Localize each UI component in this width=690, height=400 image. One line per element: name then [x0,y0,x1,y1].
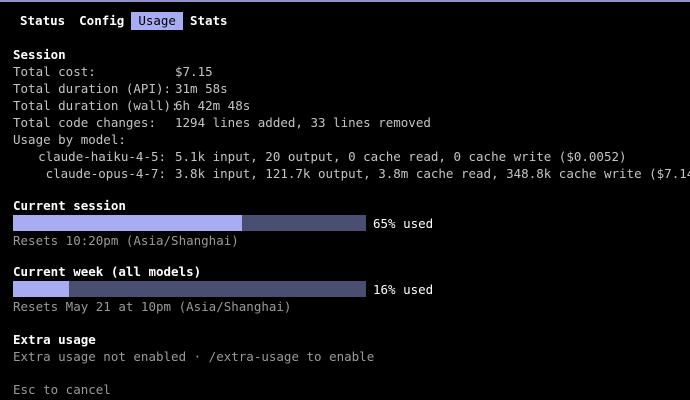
current-week-used-label: 16% used [373,281,434,297]
wall-duration-label: Total duration (wall): [13,98,179,113]
code-changes-row: Total code changes: 1294 lines added, 33… [13,114,690,131]
tab-bar: Status Config Usage Stats [13,12,235,30]
extra-usage-heading: Extra usage [13,332,96,347]
current-session-progress-bar [13,215,366,231]
current-week-resets: Resets May 21 at 10pm (Asia/Shanghai) [13,299,292,314]
session-section: Session Total cost: $7.15 Total duration… [13,46,690,182]
extra-usage-message: Extra usage not enabled · /extra-usage t… [13,349,375,364]
api-duration-value: 31m 58s [175,81,228,96]
current-week-progress-fill [13,281,70,297]
extra-usage-section: Extra usage Extra usage not enabled · /e… [13,331,374,365]
current-week-progress-bar [13,281,366,297]
current-session-section: Current session 65% used Resets 10:20pm … [13,197,433,249]
usage-by-model-label: Usage by model: [13,132,126,147]
current-session-used-label: 65% used [373,215,434,231]
model-row-haiku: claude-haiku-4-5: 5.1k input, 20 output,… [13,148,690,165]
code-changes-value: 1294 lines added, 33 lines removed [175,115,431,130]
total-cost-row: Total cost: $7.15 [13,63,690,80]
current-week-bar-row: 16% used [13,280,433,298]
current-session-progress-fill [13,215,243,231]
wall-duration-value: 6h 42m 48s [175,98,251,113]
esc-to-cancel-hint: Esc to cancel [13,382,111,397]
total-cost-label: Total cost: [13,64,96,79]
footer-hint: Esc to cancel [13,381,111,398]
current-session-bar-row: 65% used [13,214,433,232]
top-border [0,0,690,2]
api-duration-row: Total duration (API): 31m 58s [13,80,690,97]
wall-duration-row: Total duration (wall): 6h 42m 48s [13,97,690,114]
tab-status[interactable]: Status [13,12,72,30]
total-cost-value: $7.15 [175,64,213,79]
api-duration-label: Total duration (API): [13,81,172,96]
current-session-heading: Current session [13,198,126,213]
model-row-opus: claude-opus-4-7: 3.8k input, 121.7k outp… [13,165,690,182]
tab-stats[interactable]: Stats [183,12,235,30]
model-name-haiku: claude-haiku-4-5: [38,149,166,164]
current-week-section: Current week (all models) 16% used Reset… [13,263,433,315]
model-detail-haiku: 5.1k input, 20 output, 0 cache read, 0 c… [175,149,627,164]
tab-config[interactable]: Config [72,12,131,30]
code-changes-label: Total code changes: [13,115,156,130]
session-heading: Session [13,47,66,62]
current-week-heading: Current week (all models) [13,264,202,279]
model-detail-opus: 3.8k input, 121.7k output, 3.8m cache re… [175,166,690,181]
tab-usage[interactable]: Usage [131,12,183,30]
current-session-resets: Resets 10:20pm (Asia/Shanghai) [13,233,239,248]
model-name-opus: claude-opus-4-7: [45,166,166,181]
